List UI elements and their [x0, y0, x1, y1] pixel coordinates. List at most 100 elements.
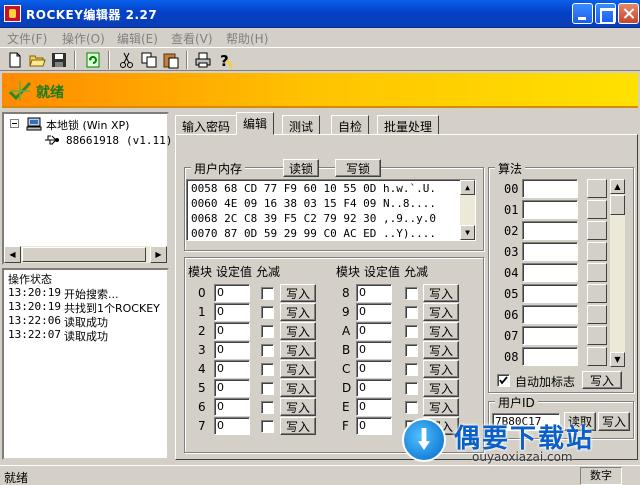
module-allow-checkbox[interactable]	[405, 344, 418, 357]
module-write-button[interactable]: 写入	[280, 417, 316, 435]
module-write-button[interactable]: 写入	[280, 322, 316, 340]
module-write-button[interactable]: 写入	[423, 303, 459, 321]
module-write-button[interactable]: 写入	[280, 398, 316, 416]
new-icon[interactable]	[6, 51, 24, 69]
algorithm-input[interactable]	[522, 284, 578, 303]
module-value-input[interactable]: 0	[214, 322, 250, 340]
module-allow-checkbox[interactable]	[261, 306, 274, 319]
auto-flag-checkbox[interactable]	[497, 374, 510, 387]
tree-root-node[interactable]: 本地锁 (Win XP)	[46, 117, 129, 133]
module-write-button[interactable]: 写入	[280, 360, 316, 378]
module-value-input[interactable]: 0	[214, 379, 250, 397]
scroll-thumb[interactable]	[22, 247, 146, 262]
tab-self-check[interactable]: 自检	[331, 115, 370, 135]
read-lock-button[interactable]: 读锁	[283, 159, 319, 177]
module-value-input[interactable]: 0	[214, 303, 250, 321]
algorithm-input[interactable]	[522, 326, 578, 345]
algorithm-cell[interactable]	[587, 284, 607, 303]
module-write-button[interactable]: 写入	[280, 341, 316, 359]
minimize-button[interactable]	[572, 3, 593, 24]
module-value-input[interactable]: 0	[214, 341, 250, 359]
module-allow-checkbox[interactable]	[261, 401, 274, 414]
tree-collapse-toggle[interactable]	[10, 119, 19, 128]
memory-hex-view[interactable]: 0058 68 CD 77 F9 60 10 55 0D h.w.`.U. 00…	[186, 179, 476, 241]
module-value-input[interactable]: 0	[356, 341, 392, 359]
tree-horizontal-scrollbar[interactable]: ◀ ▶	[4, 246, 167, 263]
device-tree[interactable]: 本地锁 (Win XP) 88661918 (v1.11) ◀ ▶	[2, 112, 172, 265]
module-value-input[interactable]: 0	[356, 360, 392, 378]
algorithm-input[interactable]	[522, 305, 578, 324]
menu-view[interactable]: 查看(V)	[171, 30, 213, 47]
scroll-up-icon[interactable]: ▲	[610, 179, 625, 194]
module-allow-checkbox[interactable]	[405, 287, 418, 300]
algorithm-cell[interactable]	[587, 305, 607, 324]
tab-test[interactable]: 测试	[282, 115, 321, 135]
algorithm-input[interactable]	[522, 200, 578, 219]
print-icon[interactable]	[194, 51, 212, 69]
module-value-input[interactable]: 0	[356, 303, 392, 321]
module-write-button[interactable]: 写入	[423, 398, 459, 416]
memory-vertical-scrollbar[interactable]: ▲ ▼	[460, 180, 475, 240]
module-allow-checkbox[interactable]	[405, 306, 418, 319]
menu-file[interactable]: 文件(F)	[7, 30, 47, 47]
scroll-up-icon[interactable]: ▲	[460, 180, 475, 195]
module-write-button[interactable]: 写入	[423, 379, 459, 397]
refresh-icon[interactable]	[84, 51, 102, 69]
cut-icon[interactable]	[118, 51, 136, 69]
module-write-button[interactable]: 写入	[280, 284, 316, 302]
module-value-input[interactable]: 0	[214, 417, 250, 435]
module-value-input[interactable]: 0	[214, 360, 250, 378]
copy-icon[interactable]	[140, 51, 158, 69]
module-value-input[interactable]: 0	[356, 379, 392, 397]
tab-edit[interactable]: 编辑	[236, 112, 275, 135]
close-button[interactable]	[618, 3, 639, 24]
module-allow-checkbox[interactable]	[261, 344, 274, 357]
module-value-input[interactable]: 0	[356, 284, 392, 302]
tab-batch[interactable]: 批量处理	[377, 115, 440, 135]
module-write-button[interactable]: 写入	[280, 303, 316, 321]
algorithm-input[interactable]	[522, 263, 578, 282]
module-value-input[interactable]: 0	[356, 417, 392, 435]
algorithm-cell[interactable]	[587, 221, 607, 240]
algorithm-input[interactable]	[522, 179, 578, 198]
module-value-input[interactable]: 0	[356, 398, 392, 416]
module-allow-checkbox[interactable]	[405, 382, 418, 395]
help-icon[interactable]: ?	[216, 51, 234, 70]
scroll-left-icon[interactable]: ◀	[4, 246, 21, 263]
write-lock-button[interactable]: 写锁	[335, 159, 381, 177]
module-allow-checkbox[interactable]	[261, 382, 274, 395]
scroll-thumb[interactable]	[610, 195, 625, 215]
paste-icon[interactable]	[162, 51, 180, 69]
open-icon[interactable]	[28, 51, 46, 69]
module-allow-checkbox[interactable]	[261, 287, 274, 300]
module-allow-checkbox[interactable]	[405, 401, 418, 414]
maximize-button[interactable]	[595, 3, 616, 24]
algorithm-cell[interactable]	[587, 242, 607, 261]
tree-device-id[interactable]: 88661918	[66, 134, 119, 147]
algorithm-input[interactable]	[522, 347, 578, 366]
module-allow-checkbox[interactable]	[261, 420, 274, 433]
menu-operation[interactable]: 操作(O)	[62, 30, 105, 47]
algorithm-cell[interactable]	[587, 347, 607, 366]
title-bar[interactable]: ROCKEY编辑器 2.27	[0, 0, 640, 28]
save-icon[interactable]	[50, 51, 68, 69]
scroll-down-icon[interactable]: ▼	[610, 352, 625, 367]
algorithm-input[interactable]	[522, 221, 578, 240]
scroll-down-icon[interactable]: ▼	[460, 225, 475, 240]
menu-help[interactable]: 帮助(H)	[226, 30, 268, 47]
module-value-input[interactable]: 0	[214, 398, 250, 416]
algorithm-input[interactable]	[522, 242, 578, 261]
algorithm-write-button[interactable]: 写入	[582, 371, 622, 389]
algorithm-cell[interactable]	[587, 326, 607, 345]
module-allow-checkbox[interactable]	[405, 363, 418, 376]
algorithm-cell[interactable]	[587, 263, 607, 282]
scroll-right-icon[interactable]: ▶	[150, 246, 167, 263]
algorithm-cell[interactable]	[587, 200, 607, 219]
tab-enter-password[interactable]: 输入密码	[175, 115, 238, 135]
module-allow-checkbox[interactable]	[261, 325, 274, 338]
module-write-button[interactable]: 写入	[423, 360, 459, 378]
module-write-button[interactable]: 写入	[280, 379, 316, 397]
module-value-input[interactable]: 0	[214, 284, 250, 302]
module-allow-checkbox[interactable]	[261, 363, 274, 376]
module-write-button[interactable]: 写入	[423, 341, 459, 359]
